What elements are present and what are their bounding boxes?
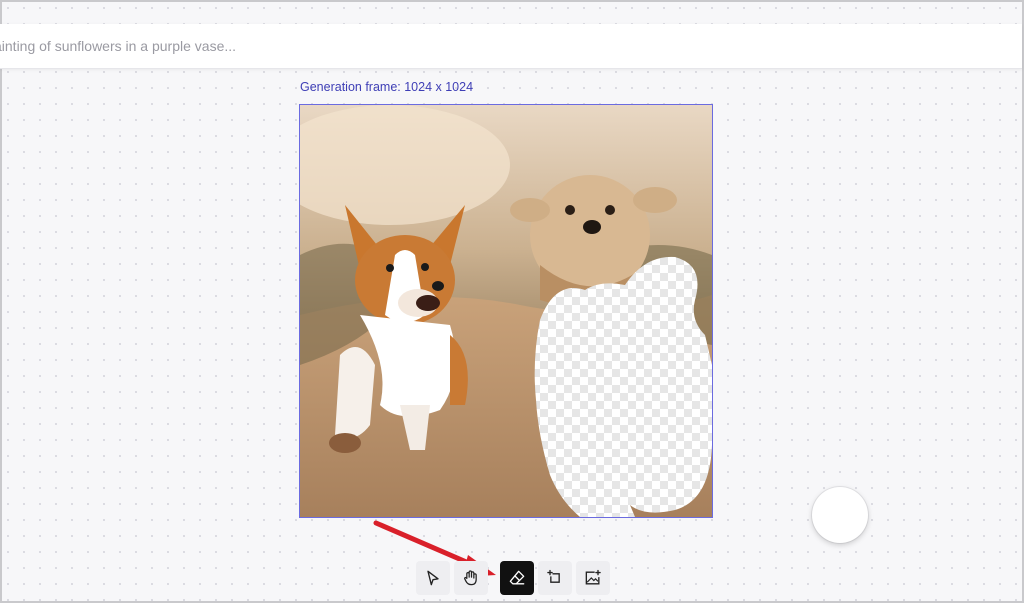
pan-tool-button[interactable]	[454, 561, 488, 595]
select-tool-button[interactable]	[416, 561, 450, 595]
eraser-icon	[509, 570, 525, 585]
canvas-toolbar	[416, 561, 610, 595]
image-plus-icon	[585, 569, 601, 585]
generation-frame-label: Generation frame: 1024 x 1024	[300, 80, 474, 94]
add-frame-tool-button[interactable]	[538, 561, 572, 595]
generation-frame[interactable]	[299, 104, 713, 518]
generated-image	[300, 105, 712, 517]
upload-image-tool-button[interactable]	[576, 561, 610, 595]
eraser-tool-button[interactable]	[500, 561, 534, 595]
floating-action-button[interactable]	[812, 487, 868, 543]
hand-icon	[464, 570, 477, 586]
add-frame-icon	[547, 569, 560, 583]
prompt-input[interactable]	[0, 24, 1000, 68]
erased-region	[534, 256, 712, 517]
cursor-arrow-icon	[427, 570, 439, 586]
prompt-bar	[0, 24, 1022, 69]
